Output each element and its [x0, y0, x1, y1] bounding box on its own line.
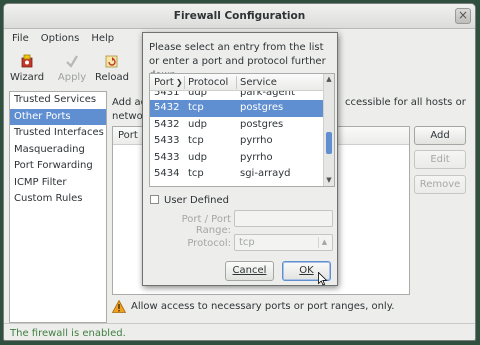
menu-file[interactable]: File: [4, 30, 35, 48]
list-row[interactable]: 5433 tcp pyrrho: [150, 133, 324, 150]
cancel-button[interactable]: Cancel: [225, 261, 274, 281]
row-port: 5433: [154, 135, 180, 146]
title-bar[interactable]: Firewall Configuration ×: [4, 4, 475, 29]
sidebar-item-port-forwarding[interactable]: Port Forwarding: [10, 158, 106, 175]
row-service: park-agent: [240, 91, 295, 98]
column-header-port[interactable]: Port: [113, 127, 138, 145]
status-bar: The firewall is enabled.: [4, 323, 475, 340]
warning-message: Allow access to necessary ports or port …: [112, 298, 394, 316]
wizard-button[interactable]: Wizard: [7, 51, 47, 87]
wizard-label: Wizard: [9, 72, 45, 83]
service-list-header: Port ❯ Protocol Service: [150, 74, 324, 91]
list-row-selected[interactable]: 5432 tcp postgres: [150, 100, 324, 117]
row-port: 5432: [154, 102, 180, 113]
reload-label: Reload: [94, 72, 130, 83]
menu-help[interactable]: Help: [85, 30, 120, 48]
user-defined-option[interactable]: User Defined: [150, 194, 229, 208]
edit-button[interactable]: Edit: [414, 150, 466, 169]
row-port: 5432: [154, 118, 180, 130]
reload-icon: [105, 55, 118, 68]
warning-text: Allow access to necessary ports or port …: [131, 301, 395, 312]
protocol-select[interactable]: tcp ▲: [234, 234, 333, 251]
menu-options[interactable]: Options: [35, 30, 86, 48]
row-protocol: udp: [188, 91, 208, 98]
mouse-pointer-icon: [318, 272, 328, 286]
apply-label: Apply: [57, 72, 87, 83]
scrollbar-thumb[interactable]: [326, 132, 332, 154]
description-line-1-right: ccessible for all hosts or: [345, 97, 466, 108]
row-service: pyrrho: [240, 151, 273, 163]
row-port: 5433: [154, 151, 180, 163]
user-defined-checkbox[interactable]: [150, 195, 159, 204]
service-port-list[interactable]: Port ❯ Protocol Service 5431 udp park-ag…: [149, 73, 335, 187]
row-port: 5434: [154, 168, 180, 179]
row-protocol: tcp: [188, 135, 204, 146]
row-service: postgres: [240, 118, 284, 130]
row-service: postgres: [240, 102, 284, 113]
scroll-up-icon[interactable]: ▲: [325, 75, 333, 84]
column-header-service[interactable]: Service: [240, 74, 277, 91]
row-service: pyrrho: [240, 135, 273, 146]
window-title: Firewall Configuration: [173, 10, 306, 22]
row-service: sgi-arrayd: [240, 168, 291, 179]
user-defined-label: User Defined: [164, 195, 229, 206]
row-protocol: tcp: [188, 102, 204, 113]
port-range-input[interactable]: [234, 210, 333, 227]
service-list-rows: 5431 udp park-agent 5432 tcp postgres 54…: [150, 91, 324, 183]
apply-icon: [66, 55, 78, 68]
row-port: 5431: [154, 91, 180, 98]
list-row[interactable]: 5433 udp pyrrho: [150, 150, 324, 167]
list-scrollbar[interactable]: ▲ ▼: [323, 74, 334, 186]
protocol-value: tcp: [239, 237, 255, 248]
list-row[interactable]: 5431 udp park-agent: [150, 91, 324, 100]
row-protocol: tcp: [188, 168, 204, 179]
close-button[interactable]: ×: [455, 8, 471, 24]
cancel-label: Cancel: [232, 265, 267, 276]
sidebar-item-other-ports[interactable]: Other Ports: [10, 108, 106, 125]
sidebar-item-trusted-interfaces[interactable]: Trusted Interfaces: [10, 125, 106, 142]
row-protocol: udp: [188, 118, 208, 130]
column-header-port[interactable]: Port: [154, 74, 174, 91]
ok-label: OK: [299, 265, 314, 276]
warning-icon: [112, 299, 126, 313]
sidebar-item-custom-rules[interactable]: Custom Rules: [10, 191, 106, 208]
reload-button[interactable]: Reload: [92, 51, 132, 87]
protocol-label: Protocol:: [187, 238, 231, 249]
add-port-dialog: Please select an entry from the list or …: [142, 32, 338, 286]
wizard-icon: [21, 54, 33, 68]
sidebar-item-trusted-services[interactable]: Trusted Services: [10, 92, 106, 109]
sidebar-item-masquerading[interactable]: Masquerading: [10, 142, 106, 159]
apply-button[interactable]: Apply: [52, 51, 92, 87]
status-text: The firewall is enabled.: [10, 328, 126, 339]
sidebar-item-icmp-filter[interactable]: ICMP Filter: [10, 175, 106, 192]
combo-arrows-icon: ▲: [318, 237, 330, 248]
list-row[interactable]: 5432 udp postgres: [150, 117, 324, 134]
scroll-down-icon[interactable]: ▼: [325, 176, 333, 185]
column-header-protocol[interactable]: Protocol: [188, 74, 228, 91]
remove-button[interactable]: Remove: [414, 175, 466, 194]
category-sidebar: Trusted Services Other Ports Trusted Int…: [9, 91, 107, 323]
add-button[interactable]: Add: [414, 126, 466, 145]
list-row[interactable]: 5434 tcp sgi-arrayd: [150, 166, 324, 183]
sort-chevron-icon: ❯: [176, 78, 183, 87]
port-range-label: Port / Port Range:: [181, 214, 231, 236]
row-protocol: udp: [188, 151, 208, 163]
